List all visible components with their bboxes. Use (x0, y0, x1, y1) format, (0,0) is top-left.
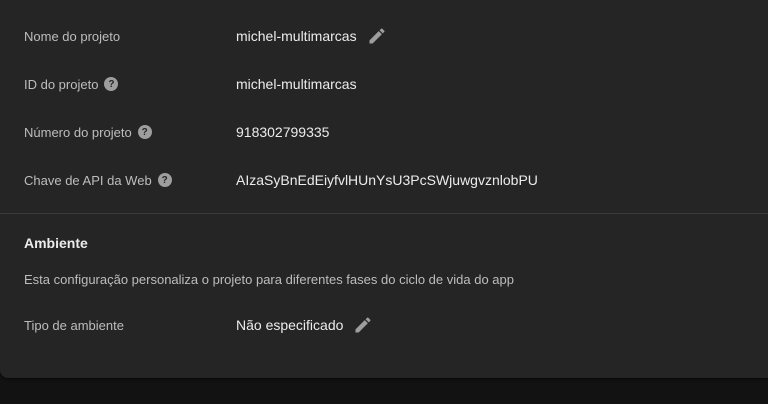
project-id-row: ID do projeto ? michel-multimarcas (0, 60, 768, 108)
web-api-key-value: AIzaSyBnEdEiyfvlHUnYsU3PcSWjuwgvznlobPU (236, 172, 538, 188)
environment-type-value: Não especificado (236, 315, 373, 335)
environment-section-description: Esta configuração personaliza o projeto … (24, 272, 514, 287)
project-id-label-text: ID do projeto (24, 76, 99, 92)
project-id-value: michel-multimarcas (236, 76, 357, 92)
project-number-help-icon[interactable]: ? (137, 125, 152, 139)
web-api-key-text[interactable]: AIzaSyBnEdEiyfvlHUnYsU3PcSWjuwgvznlobPU (236, 172, 538, 188)
project-name-label: Nome do projeto (24, 29, 120, 44)
project-number-value: 918302799335 (236, 124, 329, 140)
environment-type-row: Tipo de ambiente Não especificado (0, 301, 768, 349)
web-api-key-row: Chave de API da Web ? AIzaSyBnEdEiyfvlHU… (0, 156, 768, 204)
section-divider (0, 213, 768, 214)
project-id-label: ID do projeto ? (24, 76, 119, 92)
project-name-value: michel-multimarcas (236, 26, 387, 46)
project-name-label-text: Nome do projeto (24, 28, 121, 44)
edit-project-name-icon[interactable] (367, 26, 387, 46)
web-api-key-help-icon[interactable]: ? (157, 173, 172, 187)
project-name-text: michel-multimarcas (236, 28, 357, 44)
environment-type-text: Não especificado (236, 317, 344, 333)
edit-environment-type-icon[interactable] (353, 315, 373, 335)
project-name-row: Nome do projeto michel-multimarcas (0, 12, 768, 60)
environment-section-title: Ambiente (24, 235, 88, 251)
environment-type-label: Tipo de ambiente (24, 318, 124, 333)
project-number-label-text: Número do projeto (24, 124, 132, 140)
project-id-text: michel-multimarcas (236, 76, 357, 92)
environment-type-label-text: Tipo de ambiente (24, 317, 124, 333)
project-number-row: Número do projeto ? 918302799335 (0, 108, 768, 156)
project-id-help-icon[interactable]: ? (104, 77, 119, 91)
project-settings-card: Nome do projeto michel-multimarcas ID do… (0, 0, 768, 378)
project-number-label: Número do projeto ? (24, 125, 152, 140)
project-number-text: 918302799335 (236, 124, 330, 140)
web-api-key-label: Chave de API da Web ? (24, 173, 172, 188)
web-api-key-label-text: Chave de API da Web (24, 172, 152, 188)
